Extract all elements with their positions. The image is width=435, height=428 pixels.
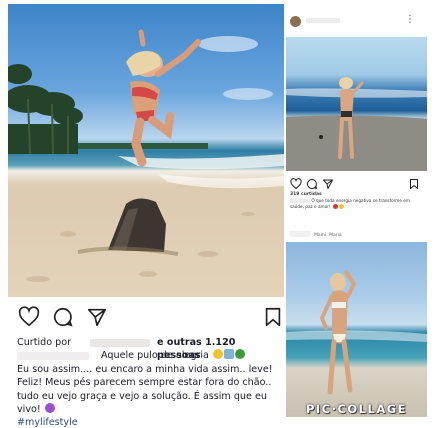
post-caption: O que toda energia negativa se transform… <box>290 198 422 210</box>
more-icon[interactable]: ⋮ <box>405 14 415 25</box>
caption-headline-text: Aquele pulo de alegria <box>101 350 209 361</box>
smile-emoji-icon <box>212 349 223 359</box>
post-caption: Curtido por e outras 1.120 pessoas Aquel… <box>17 336 282 428</box>
beach-jump-photo <box>8 4 284 297</box>
tree-emoji-icon <box>234 349 245 359</box>
bookmark-icon[interactable] <box>408 178 420 190</box>
hashtag-link[interactable]: #mylifestyle <box>17 416 282 428</box>
liked-by-prefix: Curtido por <box>17 337 72 348</box>
pic-collage-watermark: PIC·COLLAGE <box>286 399 427 419</box>
purple-heart-emoji-icon <box>44 402 55 413</box>
avatar[interactable] <box>290 16 301 27</box>
beach-pose-photo <box>286 242 427 417</box>
likes-count[interactable]: 319 curtidas <box>290 192 322 197</box>
bookmark-icon[interactable] <box>262 306 284 328</box>
caption-body-text: Eu sou assim.... eu encaro a minha vida … <box>17 364 273 415</box>
secondary-post-bottom: Mami, Maria PIC·COLLAGE <box>286 224 427 422</box>
share-icon[interactable] <box>322 178 334 190</box>
caption-body: Eu sou assim.... eu encaro a minha vida … <box>17 363 282 416</box>
share-icon[interactable] <box>86 306 108 328</box>
caption-first-line: Aquele pulo de alegria <box>17 349 282 363</box>
post-header: ⋮ <box>286 12 427 32</box>
blurred-author <box>17 352 89 360</box>
secondary-post-top: ⋮ 319 curtidas O que toda energia negati… <box>286 4 427 218</box>
photo-emoji-icon <box>223 349 234 359</box>
comment-icon[interactable] <box>306 178 318 190</box>
photo-collage: Curtido por e outras 1.120 pessoas Aquel… <box>0 0 435 428</box>
username[interactable]: Mami, Maria <box>314 233 342 238</box>
post-action-bar <box>290 178 420 190</box>
avatar[interactable] <box>290 231 310 237</box>
caption-headline: Aquele pulo de alegria <box>101 349 245 362</box>
blurred-username <box>290 199 310 203</box>
likes-line: Curtido por e outras 1.120 pessoas <box>17 336 282 361</box>
blurred-username <box>306 18 340 23</box>
smile-emoji-icon <box>338 204 344 209</box>
heart-emoji-icon <box>332 204 338 209</box>
post-header: Mami, Maria <box>286 228 427 242</box>
heart-icon[interactable] <box>290 178 302 190</box>
heart-icon[interactable] <box>18 306 40 328</box>
main-instagram-post: Curtido por e outras 1.120 pessoas Aquel… <box>8 4 284 428</box>
beach-standing-photo <box>286 37 427 171</box>
watermark-text: PIC·COLLAGE <box>305 402 408 416</box>
post-action-bar <box>16 306 281 328</box>
blurred-username <box>90 339 150 347</box>
comment-icon[interactable] <box>52 306 74 328</box>
